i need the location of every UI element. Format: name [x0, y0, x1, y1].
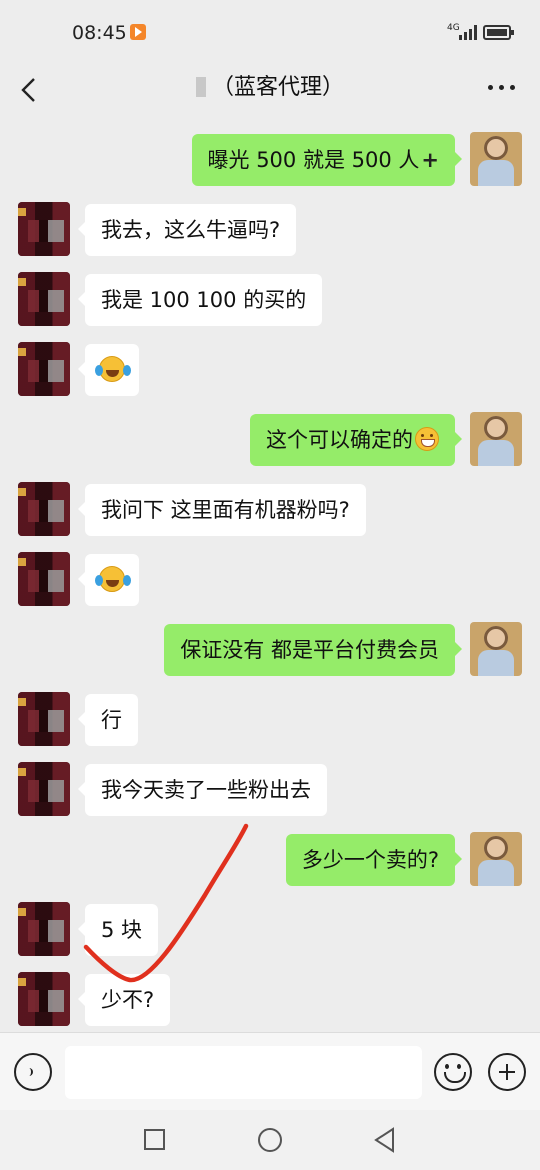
message-incoming: 我是 100 100 的买的 [0, 272, 540, 328]
message-bubble[interactable] [78, 344, 139, 396]
avatar-contact[interactable] [18, 762, 70, 816]
message-bubble[interactable]: 我是 100 100 的买的 [77, 274, 323, 326]
plus-circle-icon[interactable] [488, 1053, 526, 1091]
home-icon[interactable] [258, 1128, 282, 1152]
signal-icon [459, 24, 477, 40]
message-bubble[interactable]: 我今天卖了一些粉出去 [78, 764, 327, 816]
message-bubble[interactable]: 这个可以确定的 [250, 414, 462, 466]
chevron-left-icon[interactable] [14, 74, 46, 106]
message-text: 行 [101, 708, 122, 732]
play-badge-icon [130, 24, 146, 40]
message-incoming: 我问下 这里面有机器粉吗? [0, 482, 540, 538]
laugh-cry-emoji-icon [95, 356, 125, 382]
avatar-self[interactable] [470, 132, 522, 186]
message-text: 这个可以确定的 [266, 428, 413, 452]
avatar-contact[interactable] [18, 692, 70, 746]
message-text: 多少一个卖的? [301, 848, 439, 872]
message-outgoing: 保证没有 都是平台付费会员 [0, 622, 540, 678]
message-bubble[interactable]: 曝光 500 就是 500 人+ [191, 134, 463, 186]
avatar-contact[interactable] [18, 552, 70, 606]
status-time: 08:45 [72, 22, 127, 44]
redacted-name-mask [195, 77, 206, 97]
avatar-contact[interactable] [18, 482, 70, 536]
message-incoming [0, 342, 540, 398]
message-bubble[interactable]: 我问下 这里面有机器粉吗? [78, 484, 366, 536]
avatar-contact[interactable] [18, 272, 70, 326]
recent-apps-icon[interactable] [144, 1129, 165, 1150]
avatar-contact[interactable] [18, 202, 70, 256]
message-text: 保证没有 都是平台付费会员 [180, 638, 439, 662]
status-bar: 08:45 4G [0, 0, 540, 66]
avatar-contact[interactable] [18, 972, 70, 1026]
voice-icon[interactable] [14, 1053, 52, 1091]
message-incoming: 行 [0, 692, 540, 748]
avatar-self[interactable] [470, 832, 522, 886]
message-incoming: 我今天卖了一些粉出去 [0, 762, 540, 818]
message-bubble[interactable] [78, 554, 139, 606]
more-dots-icon[interactable] [488, 85, 516, 93]
avatar-self[interactable] [470, 412, 522, 466]
message-input[interactable] [65, 1046, 422, 1099]
laugh-cry-emoji-icon [95, 566, 125, 592]
avatar-self[interactable] [470, 622, 522, 676]
message-text: 曝光 500 就是 500 人 [207, 148, 420, 172]
chat-title-text: （蓝客代理） [211, 75, 344, 100]
message-outgoing: 多少一个卖的? [0, 832, 540, 888]
message-bubble[interactable]: 保证没有 都是平台付费会员 [164, 624, 462, 676]
message-incoming: 少不? [0, 972, 540, 1028]
message-text: 5 块 [101, 918, 143, 942]
message-incoming: 我去，这么牛逼吗? [0, 202, 540, 258]
message-text: 我是 100 100 的买的 [101, 288, 307, 312]
message-incoming: 5 块 [0, 902, 540, 958]
network-type: 4G [447, 23, 460, 33]
battery-charging-icon [483, 25, 514, 40]
message-bubble[interactable]: 5 块 [77, 904, 159, 956]
message-list[interactable]: 曝光 500 就是 500 人+ 我去，这么牛逼吗? 我是 100 100 的买… [0, 116, 540, 1032]
message-text: 少不? [101, 988, 155, 1012]
message-bubble[interactable]: 我去，这么牛逼吗? [77, 204, 297, 256]
message-incoming [0, 552, 540, 608]
chat-title: （蓝客代理） [0, 74, 540, 102]
message-text: 我问下 这里面有机器粉吗? [101, 498, 350, 522]
chat-header: （蓝客代理） [0, 66, 540, 116]
input-bar [0, 1032, 540, 1110]
message-bubble[interactable]: 行 [78, 694, 138, 746]
message-outgoing: 曝光 500 就是 500 人+ [0, 132, 540, 188]
message-outgoing: 这个可以确定的 [0, 412, 540, 468]
message-text: 我去，这么牛逼吗? [101, 218, 281, 242]
grin-emoji-icon [415, 427, 439, 451]
message-bubble[interactable]: 少不? [77, 974, 171, 1026]
plus-icon: + [421, 148, 439, 172]
message-text: 我今天卖了一些粉出去 [101, 778, 311, 802]
avatar-contact[interactable] [18, 342, 70, 396]
system-navigation-bar [0, 1110, 540, 1170]
back-triangle-icon[interactable] [373, 1127, 397, 1153]
message-bubble[interactable]: 多少一个卖的? [285, 834, 463, 886]
emoji-icon[interactable] [434, 1053, 472, 1091]
avatar-contact[interactable] [18, 902, 70, 956]
